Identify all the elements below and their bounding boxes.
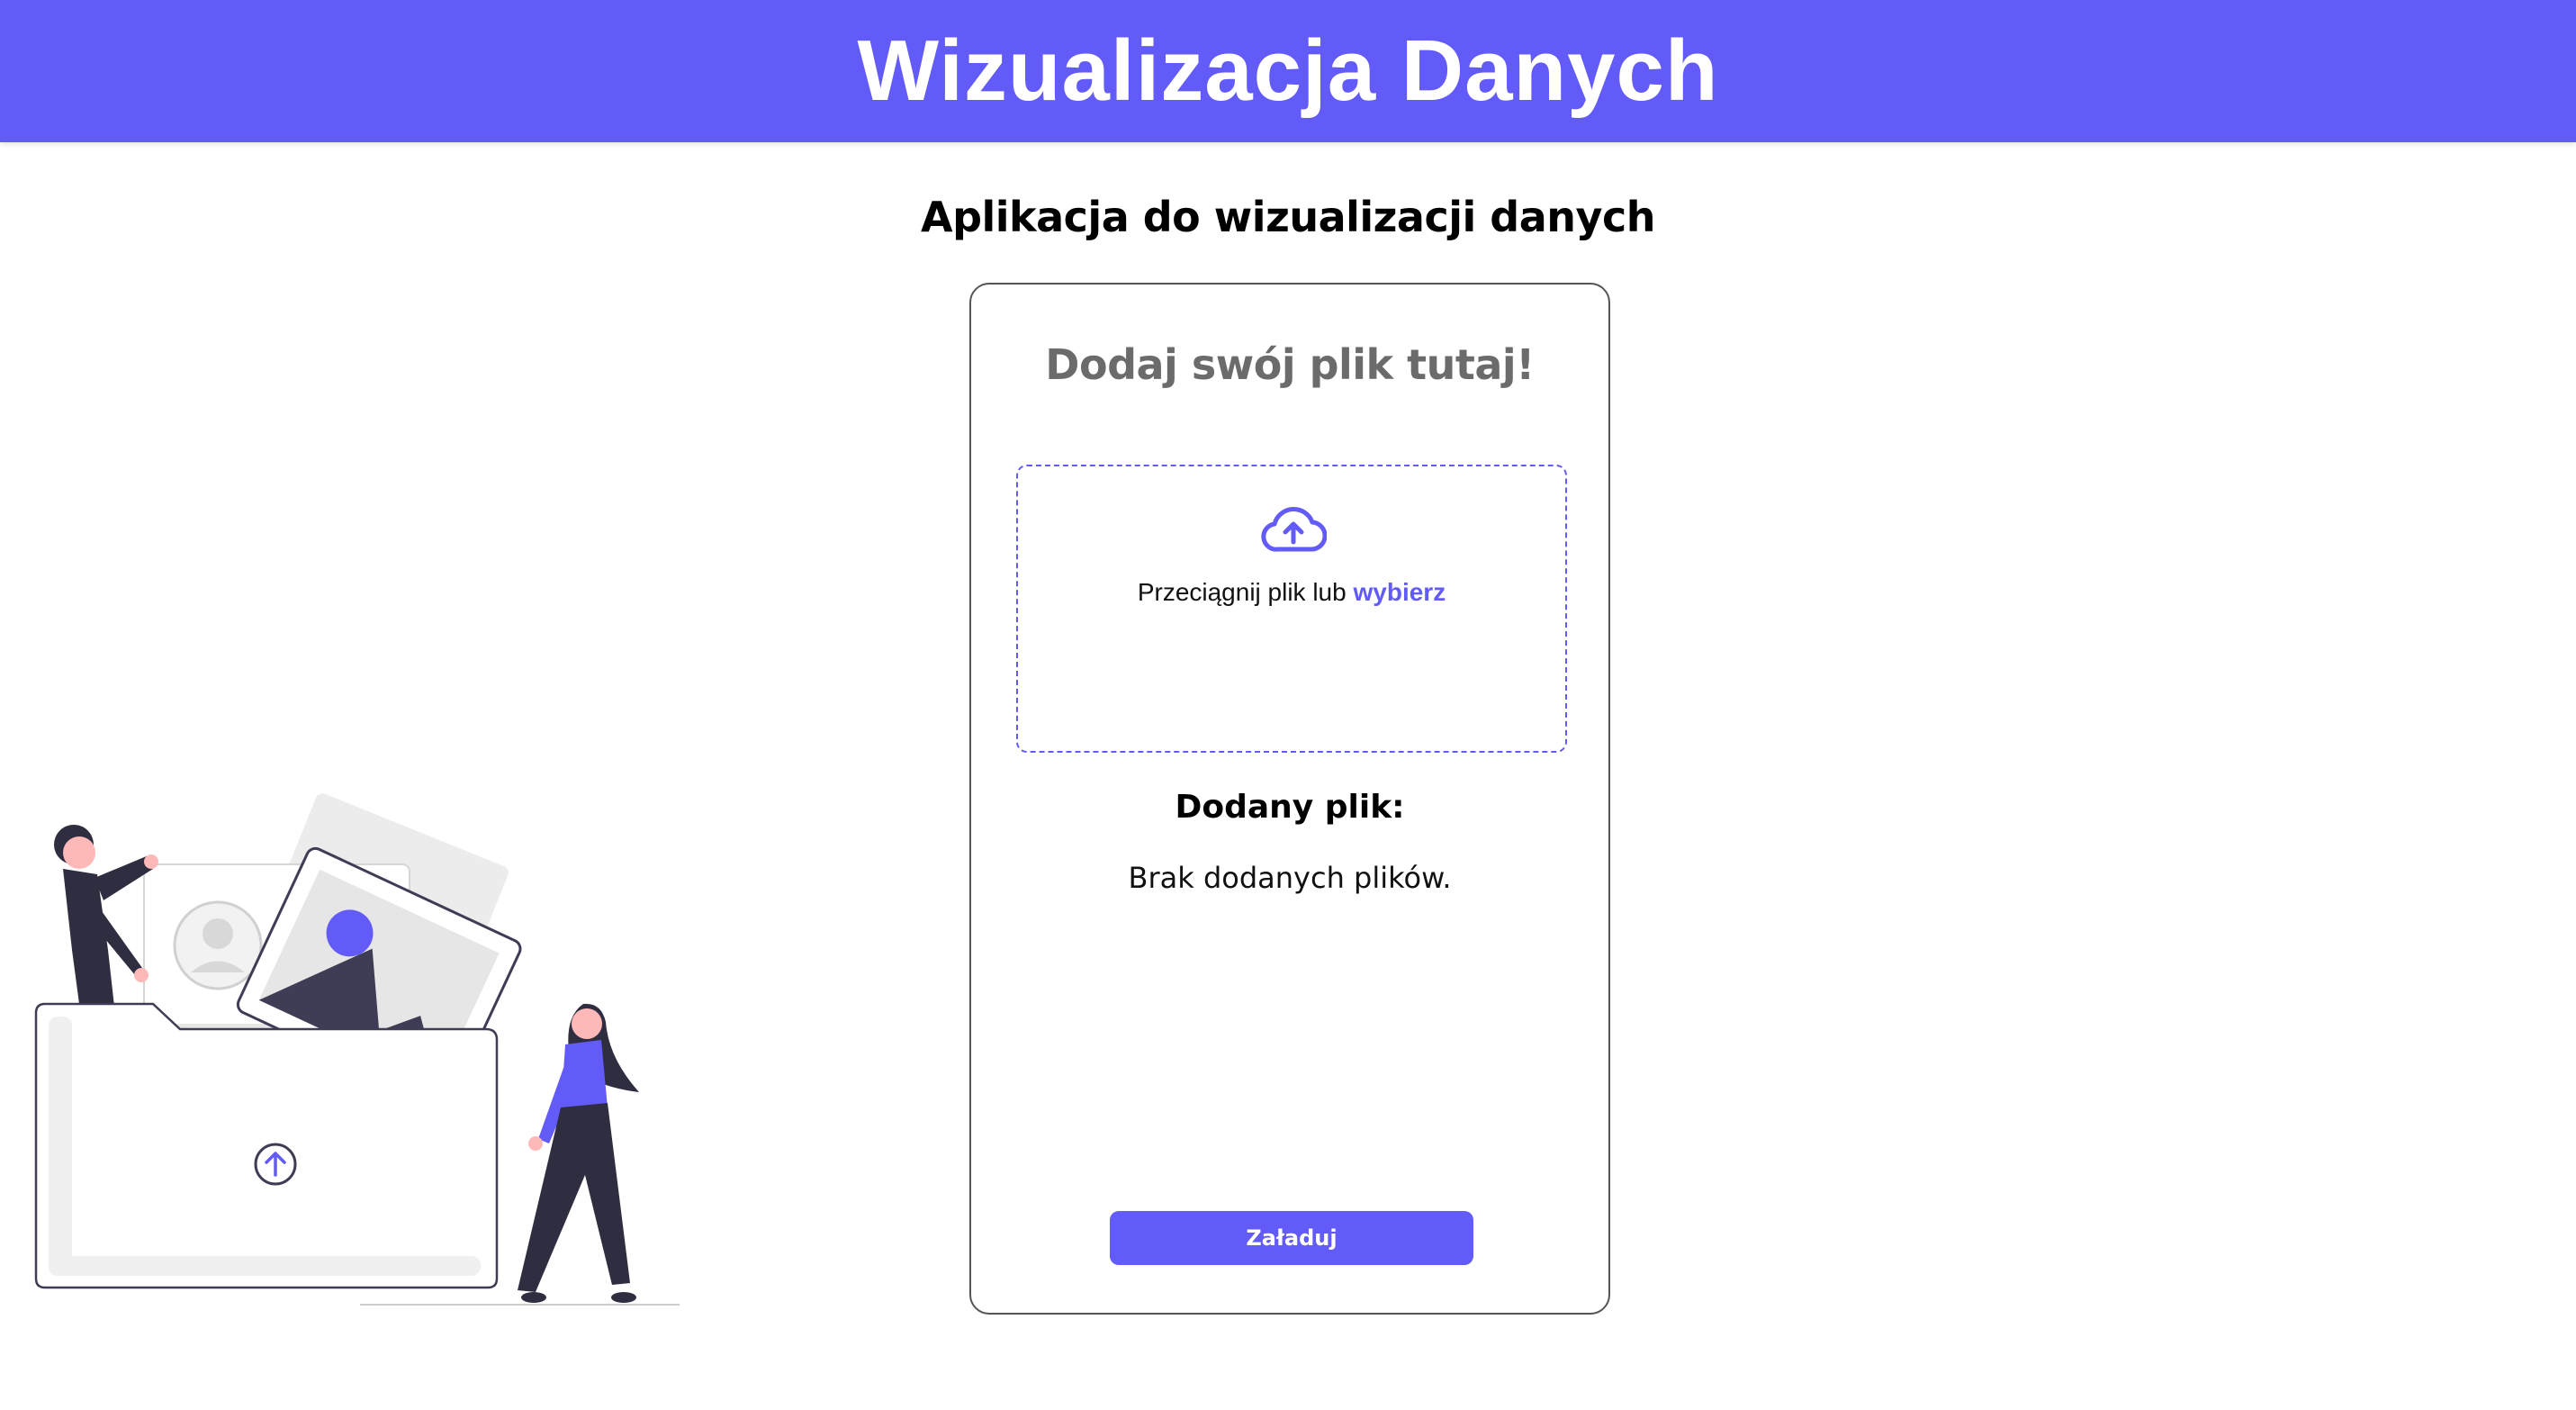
dropzone-text: Przeciągnij plik lub [1137, 578, 1354, 606]
page-subtitle: Aplikacja do wizualizacji danych [920, 193, 1656, 241]
added-file-heading: Dodany plik: [1175, 789, 1405, 826]
file-dropzone[interactable]: Przeciągnij plik lub wybierz [1016, 465, 1567, 753]
upload-card: Dodaj swój plik tutaj! Przeciągnij plik … [969, 283, 1610, 1315]
card-title: Dodaj swój plik tutaj! [1045, 340, 1535, 389]
choose-file-link[interactable]: wybierz [1353, 578, 1446, 606]
app-title: Wizualizacja Danych [857, 23, 1719, 119]
no-files-message: Brak dodanych plików. [1128, 861, 1452, 895]
upload-button[interactable]: Załaduj [1110, 1211, 1473, 1265]
app-header: Wizualizacja Danych [0, 0, 2576, 142]
upload-illustration [34, 793, 680, 1306]
cloud-upload-icon [1261, 506, 1327, 552]
dropzone-instructions: Przeciągnij plik lub wybierz [1018, 578, 1565, 607]
